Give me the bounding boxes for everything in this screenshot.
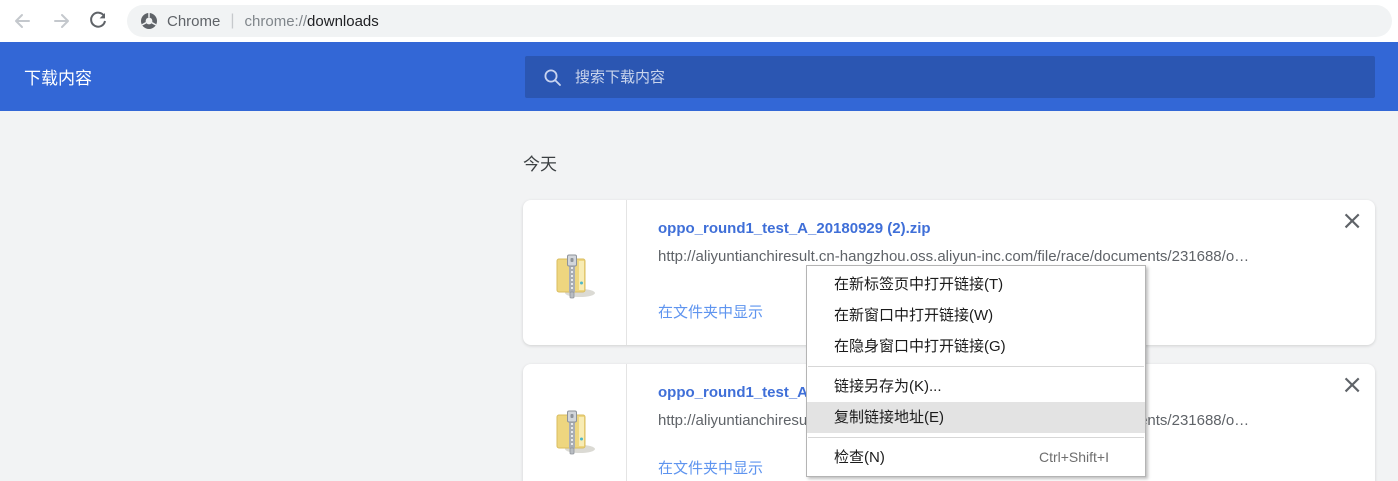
reload-glyph: [90, 11, 106, 28]
site-label: Chrome: [167, 12, 221, 30]
forward-icon[interactable]: [52, 11, 72, 31]
browser-toolbar: Chrome | chrome:// downloads: [0, 0, 1398, 42]
menu-item-copy-link-address[interactable]: 复制链接地址(E): [807, 402, 1145, 433]
close-icon[interactable]: ×: [1341, 372, 1363, 398]
zip-folder-icon: [556, 410, 595, 455]
menu-item-save-link-as[interactable]: 链接另存为(K)...: [807, 371, 1145, 402]
file-source-url: http://aliyuntianchiresult.cn-hangzhou.o…: [658, 248, 1250, 265]
url-path: downloads: [307, 12, 379, 30]
url-scheme: chrome://: [244, 12, 308, 30]
file-name-link[interactable]: oppo_round1_test_A_20180929 (2).zip: [658, 220, 1331, 238]
downloads-header: 下载内容: [0, 42, 1398, 111]
menu-item-shortcut: Ctrl+Shift+I: [1038, 449, 1109, 465]
menu-separator: [808, 437, 1144, 438]
address-bar[interactable]: Chrome | chrome:// downloads: [127, 5, 1392, 37]
browser-window: Chrome | chrome:// downloads 下载内容 今天: [0, 0, 1398, 481]
menu-item-inspect[interactable]: 检查(N) Ctrl+Shift+I: [807, 442, 1145, 473]
search-box[interactable]: [525, 56, 1375, 98]
date-group-heading: 今天: [523, 155, 557, 174]
page-title: 下载内容: [24, 69, 92, 88]
show-in-folder-link[interactable]: 在文件夹中显示: [658, 304, 763, 322]
reload-icon[interactable]: [88, 11, 108, 31]
search-icon: [544, 69, 561, 86]
chrome-logo-icon: [141, 13, 157, 29]
forward-arrow-glyph: [54, 14, 69, 28]
file-icon-column: [523, 200, 627, 345]
context-menu: 在新标签页中打开链接(T) 在新窗口中打开链接(W) 在隐身窗口中打开链接(G)…: [806, 265, 1146, 477]
menu-item-inspect-label: 检查(N): [834, 449, 885, 466]
back-arrow-glyph: [15, 14, 30, 28]
file-icon-column: [523, 364, 627, 481]
show-in-folder-link[interactable]: 在文件夹中显示: [658, 460, 763, 478]
menu-item-open-link-new-tab[interactable]: 在新标签页中打开链接(T): [807, 269, 1145, 300]
menu-separator: [808, 366, 1144, 367]
search-input[interactable]: [575, 68, 1375, 86]
menu-item-open-link-new-window[interactable]: 在新窗口中打开链接(W): [807, 300, 1145, 331]
back-icon[interactable]: [12, 11, 32, 31]
zip-folder-icon: [556, 254, 595, 298]
menu-item-open-link-incognito[interactable]: 在隐身窗口中打开链接(G): [807, 331, 1145, 362]
url-separator: |: [230, 12, 235, 29]
close-icon[interactable]: ×: [1341, 208, 1363, 234]
